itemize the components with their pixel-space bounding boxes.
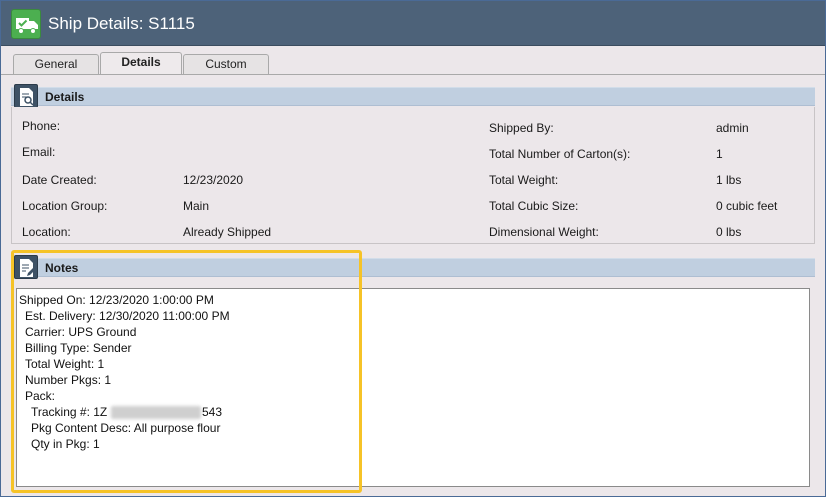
cartons-value: 1: [716, 147, 723, 161]
date-created-value: 12/23/2020: [183, 173, 244, 187]
phone-label: Phone:: [22, 119, 61, 133]
tracking-number-suffix: 543: [202, 405, 223, 419]
tab-divider: [1, 74, 825, 75]
ship-details-window: Ship Details: S1115 General Details Cust…: [0, 0, 826, 497]
location-group-label: Location Group:: [22, 199, 108, 213]
dimensional-weight-label: Dimensional Weight:: [489, 225, 599, 239]
location-label: Location:: [22, 225, 71, 239]
note-line: Pack:: [25, 389, 56, 403]
total-weight-value: 1 lbs: [716, 173, 742, 187]
tracking-number-line: Tracking #: 1Z: [31, 405, 108, 419]
note-line: Number Pkgs: 1: [25, 373, 112, 387]
email-label: Email:: [22, 145, 56, 159]
shipped-by-label: Shipped By:: [489, 121, 554, 135]
note-line: Total Weight: 1: [25, 357, 105, 371]
note-line: Pkg Content Desc: All purpose flour: [31, 421, 221, 435]
notes-section-header: Notes: [11, 255, 815, 279]
details-panel: Phone: Email: Date Created: 12/23/2020 L…: [11, 107, 815, 244]
tab-details[interactable]: Details: [100, 52, 182, 74]
document-edit-icon: [14, 255, 38, 279]
window-title: Ship Details: S1115: [48, 14, 195, 33]
location-group-value: Main: [183, 199, 210, 213]
note-line: Shipped On: 12/23/2020 1:00:00 PM: [19, 293, 214, 307]
tab-general[interactable]: General: [13, 54, 99, 74]
note-line: Est. Delivery: 12/30/2020 11:00:00 PM: [25, 309, 230, 323]
date-created-label: Date Created:: [22, 173, 97, 187]
location-value: Already Shipped: [183, 225, 272, 239]
note-line: Qty in Pkg: 1: [31, 437, 100, 451]
shipped-by-value: admin: [716, 121, 749, 135]
cubic-size-value: 0 cubic feet: [716, 199, 778, 213]
document-search-icon: [14, 84, 38, 108]
details-section-title: Details: [45, 90, 85, 104]
tab-custom[interactable]: Custom: [183, 54, 269, 74]
total-weight-label: Total Weight:: [489, 173, 559, 187]
cartons-label: Total Number of Carton(s):: [489, 147, 631, 161]
cubic-size-label: Total Cubic Size:: [489, 199, 579, 213]
note-line: Carrier: UPS Ground: [25, 325, 137, 339]
notes-section-title: Notes: [45, 261, 79, 275]
redacted-tracking-blur: [111, 406, 201, 419]
details-section-header: Details: [11, 84, 815, 108]
dimensional-weight-value: 0 lbs: [716, 225, 742, 239]
title-bar: Ship Details: S1115: [1, 1, 825, 46]
truck-check-icon: [11, 9, 41, 39]
note-line: Billing Type: Sender: [25, 341, 132, 355]
